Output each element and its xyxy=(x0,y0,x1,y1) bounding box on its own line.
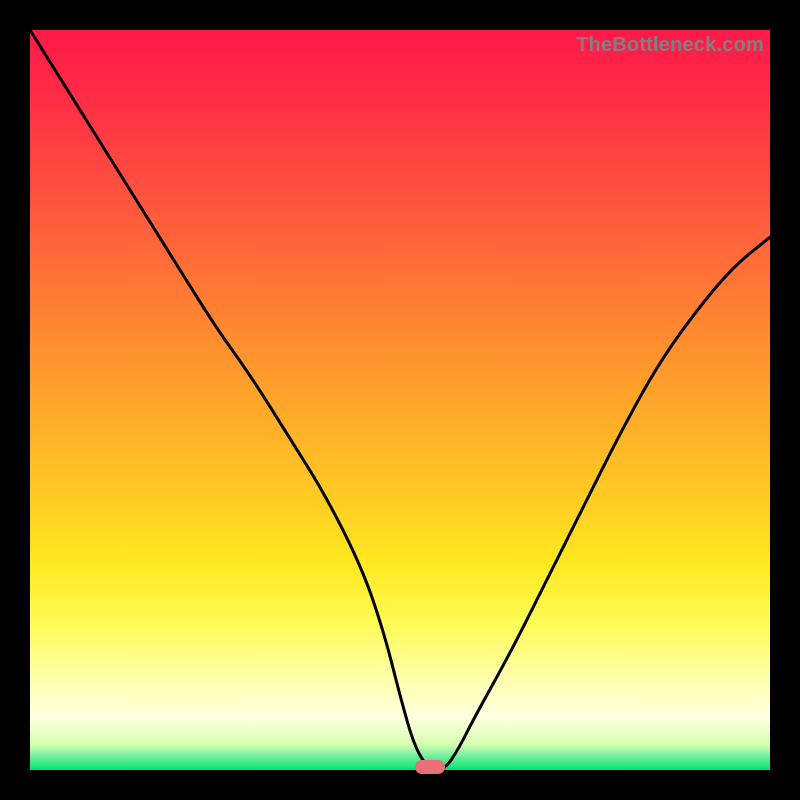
bottleneck-curve xyxy=(30,30,770,770)
curve-path xyxy=(30,30,770,770)
plot-area: TheBottleneck.com xyxy=(30,30,770,770)
chart-frame: TheBottleneck.com xyxy=(0,0,800,800)
optimum-marker xyxy=(415,760,445,774)
